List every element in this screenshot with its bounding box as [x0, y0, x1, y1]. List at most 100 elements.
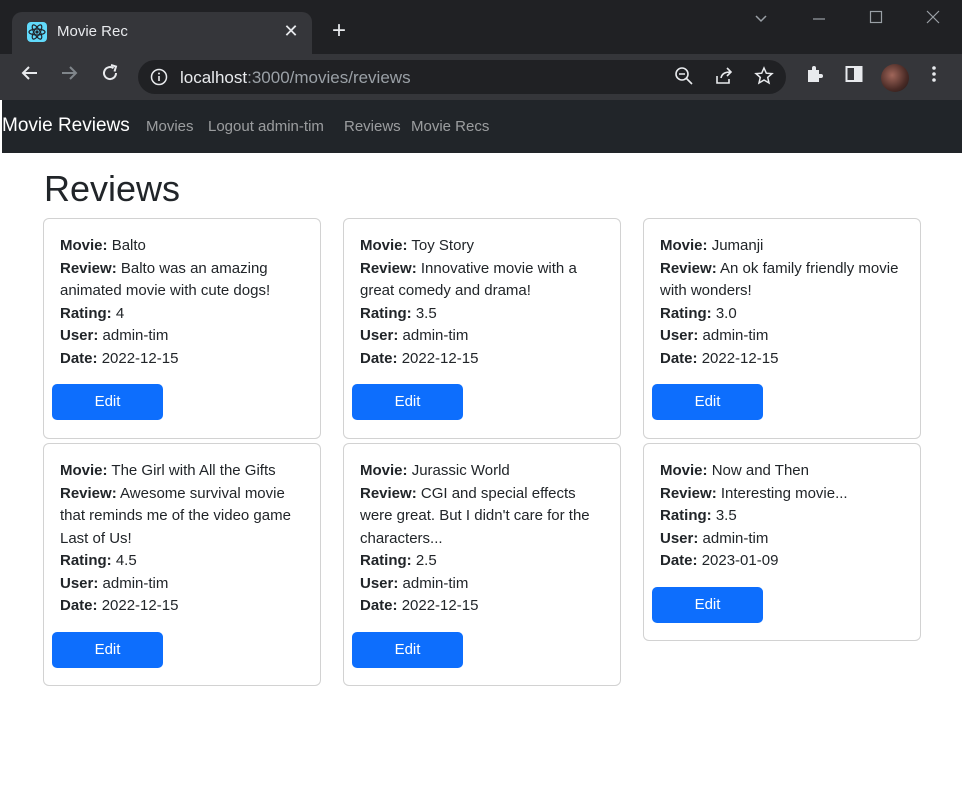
tab-search-icon[interactable]	[746, 8, 776, 32]
review-line: Review: Awesome survival movie that remi…	[60, 483, 305, 551]
share-icon[interactable]	[713, 66, 735, 88]
app-navbar: Movie Reviews Movies Logout admin-tim Re…	[2, 100, 962, 153]
nav-link-movies[interactable]: Movies	[146, 118, 194, 135]
nav-link-reviews[interactable]: Reviews	[344, 118, 401, 135]
extensions-icon[interactable]	[801, 64, 827, 90]
review-line: Review: CGI and special effects were gre…	[360, 483, 605, 551]
user-label: User:	[360, 574, 399, 592]
minimize-icon[interactable]	[804, 8, 834, 32]
date-label: Date:	[60, 597, 98, 614]
user-line: User: admin-tim	[60, 325, 305, 348]
rating-label: Rating:	[360, 552, 412, 569]
movie-label: Movie:	[60, 462, 108, 479]
review-line: Review: Innovative movie with a great co…	[360, 258, 605, 303]
reload-icon[interactable]	[96, 63, 124, 91]
date-line: Date: 2023-01-09	[660, 550, 905, 573]
review-card: Movie: Now and Then Review: Interesting …	[643, 443, 921, 641]
new-tab-button[interactable]: +	[326, 18, 352, 44]
address-bar[interactable]: localhost:3000/movies/reviews	[138, 60, 786, 94]
date-line: Date: 2022-12-15	[60, 595, 305, 618]
movie-value: Jumanji	[711, 237, 764, 254]
date-label: Date:	[360, 597, 398, 614]
edit-button[interactable]: Edit	[652, 586, 763, 623]
rating-label: Rating:	[660, 304, 712, 322]
react-logo-icon	[27, 22, 47, 42]
user-line: User: admin-tim	[660, 325, 905, 348]
review-label: Review:	[360, 484, 417, 502]
browser-tab[interactable]: Movie Rec ✕	[12, 12, 312, 54]
forward-arrow-icon[interactable]	[55, 63, 83, 91]
edit-button[interactable]: Edit	[652, 384, 763, 420]
site-info-icon[interactable]	[150, 68, 168, 86]
user-value: admin-tim	[402, 574, 469, 592]
user-line: User: admin-tim	[60, 573, 305, 596]
review-line: Review: Balto was an amazing animated mo…	[60, 258, 305, 303]
movie-value: Jurassic World	[411, 462, 510, 479]
edit-button[interactable]: Edit	[52, 631, 163, 668]
maximize-icon[interactable]	[861, 8, 891, 32]
browser-titlebar: Movie Rec ✕ +	[0, 0, 962, 54]
date-value: 2022-12-15	[401, 349, 479, 367]
url-text: localhost:3000/movies/reviews	[180, 68, 411, 88]
review-line: Review: An ok family friendly movie with…	[660, 258, 905, 303]
url-path: :3000/movies/reviews	[247, 68, 411, 87]
rating-line: Rating: 3.5	[660, 505, 905, 528]
review-card: Movie: Jumanji Review: An ok family frie…	[643, 218, 921, 439]
movie-label: Movie:	[660, 237, 708, 254]
tab-title: Movie Rec	[57, 23, 128, 40]
edit-button[interactable]: Edit	[352, 631, 463, 668]
date-label: Date:	[60, 349, 98, 367]
date-value: 2022-12-15	[101, 349, 179, 367]
movie-label: Movie:	[360, 237, 408, 254]
movie-line: Movie: Now and Then	[660, 460, 905, 483]
edit-button[interactable]: Edit	[352, 384, 463, 420]
rating-label: Rating:	[660, 507, 712, 524]
profile-avatar[interactable]	[881, 64, 909, 92]
rating-label: Rating:	[60, 304, 112, 322]
review-value: Interesting movie...	[720, 484, 848, 502]
user-line: User: admin-tim	[660, 528, 905, 551]
user-value: admin-tim	[702, 529, 769, 547]
rating-value: 4	[115, 304, 125, 322]
movie-line: Movie: The Girl with All the Gifts	[60, 460, 305, 483]
review-card: Movie: Toy Story Review: Innovative movi…	[343, 218, 621, 439]
movie-label: Movie:	[660, 462, 708, 479]
side-panel-icon[interactable]	[841, 64, 867, 90]
rating-line: Rating: 4	[60, 303, 305, 326]
movie-value: Toy Story	[411, 237, 474, 254]
date-line: Date: 2022-12-15	[360, 595, 605, 618]
bookmark-star-icon[interactable]	[753, 66, 775, 88]
zoom-icon[interactable]	[673, 66, 695, 88]
url-host: localhost	[180, 68, 248, 87]
rating-value: 2.5	[415, 552, 437, 569]
movie-value: The Girl with All the Gifts	[111, 462, 276, 479]
movie-value: Balto	[111, 237, 146, 254]
user-value: admin-tim	[102, 327, 169, 344]
browser-toolbar: localhost:3000/movies/reviews	[0, 54, 962, 100]
back-arrow-icon[interactable]	[16, 63, 44, 91]
user-value: admin-tim	[702, 327, 769, 344]
review-card: Movie: Balto Review: Balto was an amazin…	[43, 218, 321, 439]
review-label: Review:	[360, 259, 417, 277]
nav-link-movie-recs[interactable]: Movie Recs	[411, 118, 489, 135]
date-value: 2023-01-09	[701, 552, 779, 569]
user-value: admin-tim	[402, 327, 469, 344]
movie-line: Movie: Balto	[60, 235, 305, 258]
user-label: User:	[660, 327, 699, 344]
kebab-menu-icon[interactable]	[921, 64, 947, 90]
date-value: 2022-12-15	[401, 597, 479, 614]
user-line: User: admin-tim	[360, 325, 605, 348]
rating-label: Rating:	[60, 552, 112, 569]
review-label: Review:	[60, 259, 117, 277]
user-label: User:	[60, 327, 99, 344]
close-tab-icon[interactable]: ✕	[280, 20, 302, 42]
movie-line: Movie: Jumanji	[660, 235, 905, 258]
edit-button[interactable]: Edit	[52, 384, 163, 420]
rating-label: Rating:	[360, 304, 412, 322]
nav-link-logout[interactable]: Logout admin-tim	[208, 118, 324, 135]
window-close-icon[interactable]	[918, 8, 948, 32]
date-label: Date:	[360, 349, 398, 367]
review-line: Review: Interesting movie...	[660, 483, 905, 506]
review-card: Movie: Jurassic World Review: CGI and sp…	[343, 443, 621, 686]
navbar-brand[interactable]: Movie Reviews	[2, 115, 130, 137]
